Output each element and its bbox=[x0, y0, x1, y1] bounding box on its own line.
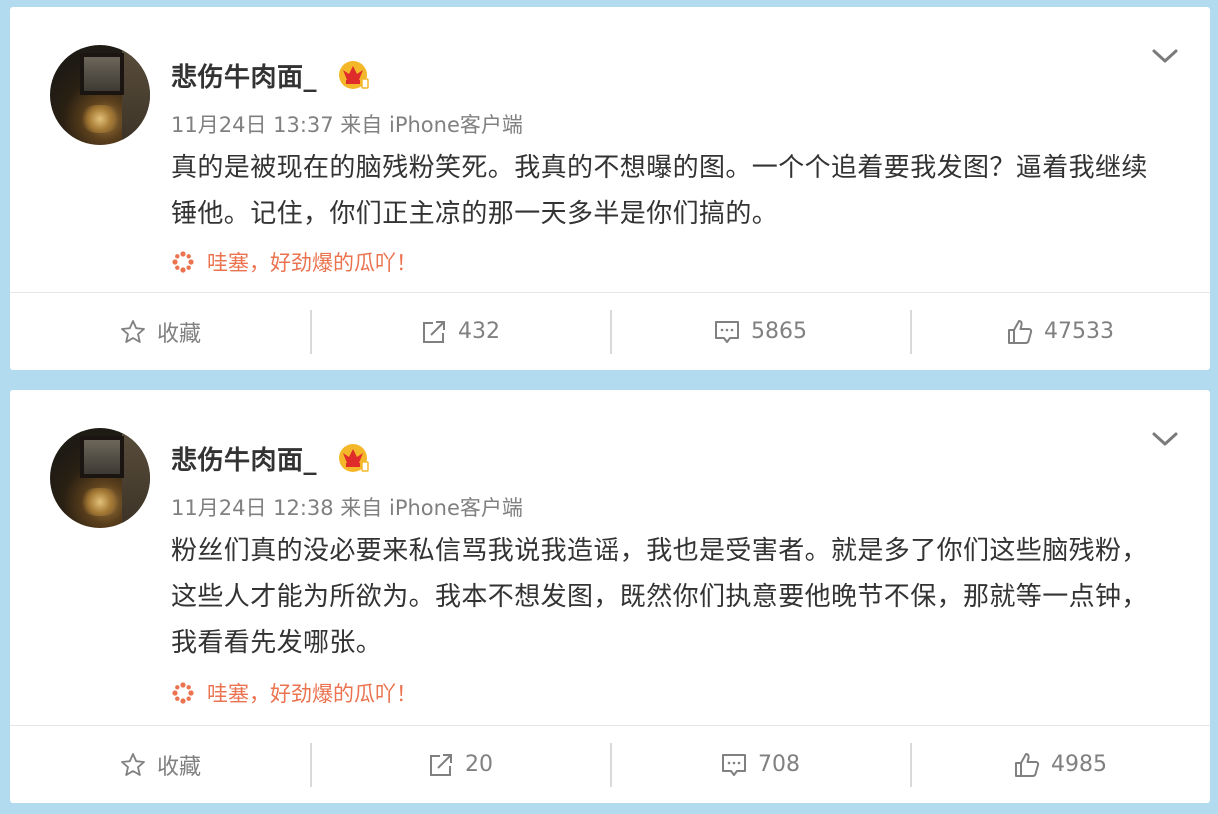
favorite-label: 收藏 bbox=[156, 321, 201, 347]
avatar[interactable] bbox=[50, 428, 150, 528]
comment-button[interactable]: 5865 bbox=[610, 293, 910, 370]
thumbs-up-icon bbox=[1015, 752, 1040, 777]
hot-tag-label: 哇塞，好劲爆的瓜吖！ bbox=[207, 251, 417, 275]
like-count: 47533 bbox=[1044, 319, 1114, 344]
post-meta: 11月24日 13:37 来自 iPhone客户端 bbox=[171, 113, 523, 137]
favorite-label: 收藏 bbox=[156, 754, 201, 780]
post-meta: 11月24日 12:38 来自 iPhone客户端 bbox=[171, 496, 523, 520]
star-icon bbox=[121, 319, 145, 343]
hot-tag-label: 哇塞，好劲爆的瓜吖！ bbox=[207, 682, 417, 706]
gossip-flower-icon bbox=[172, 251, 194, 273]
like-button[interactable]: 47533 bbox=[910, 293, 1210, 370]
comment-icon bbox=[722, 753, 746, 776]
action-bar: 收藏 432 5865 47533 bbox=[10, 292, 1210, 370]
share-icon bbox=[430, 753, 452, 776]
thumbs-up-icon bbox=[1008, 319, 1033, 344]
avatar[interactable] bbox=[50, 45, 150, 145]
hot-tag[interactable]: 哇塞，好劲爆的瓜吖！ bbox=[171, 678, 417, 708]
repost-count: 432 bbox=[458, 319, 500, 344]
gossip-flower-icon bbox=[172, 682, 194, 704]
repost-button[interactable]: 432 bbox=[310, 293, 610, 370]
comment-count: 5865 bbox=[751, 319, 807, 344]
like-button[interactable]: 4985 bbox=[910, 726, 1210, 803]
chevron-down-icon[interactable] bbox=[1150, 43, 1180, 69]
username[interactable]: 悲伤牛肉面_ bbox=[171, 440, 317, 477]
favorite-button[interactable]: 收藏 bbox=[10, 293, 310, 370]
favorite-button[interactable]: 收藏 bbox=[10, 726, 310, 803]
hot-tag[interactable]: 哇塞，好劲爆的瓜吖！ bbox=[171, 247, 417, 277]
crown-icon bbox=[339, 444, 369, 472]
action-bar: 收藏 20 708 4985 bbox=[10, 725, 1210, 803]
chevron-down-icon[interactable] bbox=[1150, 426, 1180, 452]
star-icon bbox=[121, 752, 145, 776]
repost-button[interactable]: 20 bbox=[310, 726, 610, 803]
comment-count: 708 bbox=[758, 752, 800, 777]
username[interactable]: 悲伤牛肉面_ bbox=[171, 57, 317, 94]
weibo-post-card: 悲伤牛肉面_ 11月24日 13:37 来自 iPhone客户端 真的是被现在的… bbox=[10, 7, 1210, 370]
post-text: 粉丝们真的没必要来私信骂我说我造谣，我也是受害者。就是多了你们这些脑残粉，这些人… bbox=[171, 536, 1148, 658]
comment-icon bbox=[715, 320, 739, 343]
crown-icon bbox=[339, 61, 369, 89]
post-text: 真的是被现在的脑残粉笑死。我真的不想曝的图。一个个追着要我发图？逼着我继续锤他。… bbox=[171, 153, 1148, 229]
repost-count: 20 bbox=[465, 752, 493, 777]
like-count: 4985 bbox=[1051, 752, 1107, 777]
share-icon bbox=[423, 320, 445, 343]
comment-button[interactable]: 708 bbox=[610, 726, 910, 803]
weibo-post-card: 悲伤牛肉面_ 11月24日 12:38 来自 iPhone客户端 粉丝们真的没必… bbox=[10, 390, 1210, 803]
